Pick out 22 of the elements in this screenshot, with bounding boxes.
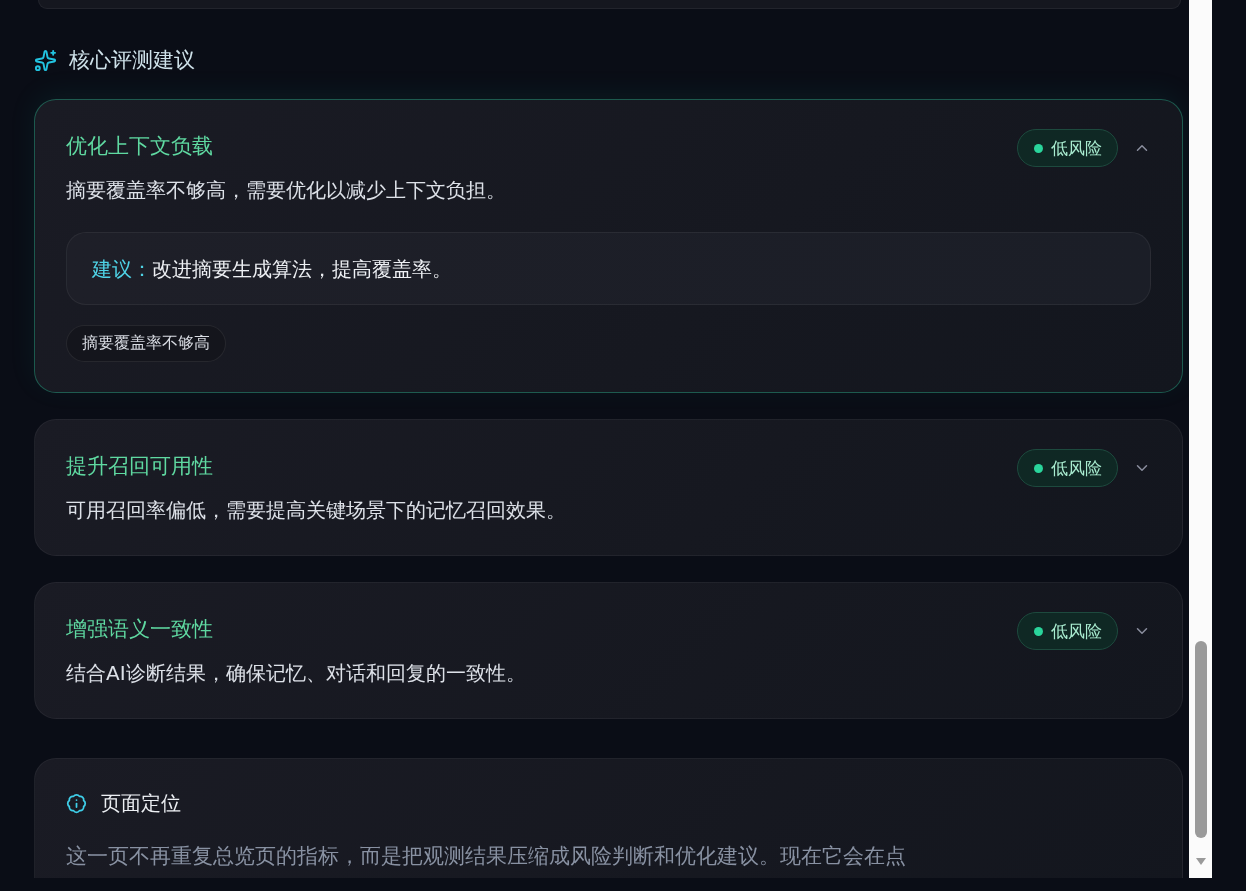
recommendation-description: 结合AI诊断结果，确保记忆、对话和回复的一致性。 bbox=[66, 660, 527, 687]
sparkle-icon bbox=[34, 48, 57, 72]
suggestion-text: 建议：改进摘要生成算法，提高覆盖率。 bbox=[92, 255, 452, 283]
risk-label: 低风险 bbox=[1051, 137, 1102, 160]
recommendation-description: 摘要覆盖率不够高，需要优化以减少上下文负担。 bbox=[66, 177, 507, 204]
status-dot-icon bbox=[1034, 143, 1043, 153]
scrollbar[interactable] bbox=[1189, 0, 1212, 878]
scroll-down-arrow-icon[interactable] bbox=[1195, 858, 1206, 865]
recommendation-title: 提升召回可用性 bbox=[66, 453, 214, 480]
tag: 摘要覆盖率不够高 bbox=[66, 325, 226, 362]
recommendation-title: 优化上下文负载 bbox=[66, 133, 214, 160]
section-title: 核心评测建议 bbox=[69, 47, 195, 74]
recommendation-title: 增强语义一致性 bbox=[66, 616, 214, 643]
info-icon bbox=[66, 792, 87, 814]
risk-label: 低风险 bbox=[1051, 457, 1102, 480]
status-dot-icon bbox=[1034, 626, 1043, 636]
info-title: 页面定位 bbox=[101, 790, 181, 817]
recommendation-description: 可用召回率偏低，需要提高关键场景下的记忆召回效果。 bbox=[66, 497, 567, 524]
risk-label: 低风险 bbox=[1051, 620, 1102, 643]
scrollbar-thumb[interactable] bbox=[1194, 641, 1207, 838]
info-text: 这一页不再重复总览页的指标，而是把观测结果压缩成风险判断和优化建议。现在它会在点 bbox=[66, 843, 907, 870]
status-dot-icon bbox=[1034, 463, 1043, 473]
